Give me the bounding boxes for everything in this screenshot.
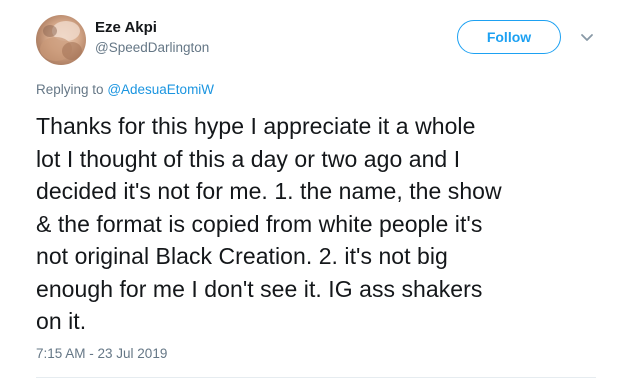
avatar[interactable] [36,15,86,65]
tweet-text-line: enough for me I don't see it. IG ass sha… [36,275,483,302]
tweet-text: Thanks for this hype I appreciate it a w… [36,110,606,338]
display-name[interactable]: Eze Akpi [95,18,209,38]
tweet-card: Eze Akpi @SpeedDarlington Follow Replyin… [0,0,631,387]
user-handle[interactable]: @SpeedDarlington [95,38,209,57]
divider [36,377,596,378]
follow-button[interactable]: Follow [457,20,561,54]
chevron-down-icon[interactable] [578,30,596,46]
tweet-text-line: not original Black Creation. 2. it's not… [36,243,448,269]
reply-prefix: Replying to [36,82,104,97]
tweet-timestamp[interactable]: 7:15 AM - 23 Jul 2019 [36,345,167,363]
tweet-text-line: decided it's not for me. 1. the name, th… [36,178,502,204]
reply-context: Replying to @AdesuaEtomiW [36,81,214,99]
reply-mention-link[interactable]: @AdesuaEtomiW [107,82,214,97]
tweet-text-line: Thanks for this hype I appreciate it a w… [36,113,476,139]
tweet-text-line: on it. [36,308,87,334]
author-info: Eze Akpi @SpeedDarlington [95,18,209,57]
tweet-text-line: & the format is copied from white people… [36,210,483,237]
tweet-text-line: lot I thought of this a day or two ago a… [36,145,461,172]
avatar-photo [40,21,82,61]
